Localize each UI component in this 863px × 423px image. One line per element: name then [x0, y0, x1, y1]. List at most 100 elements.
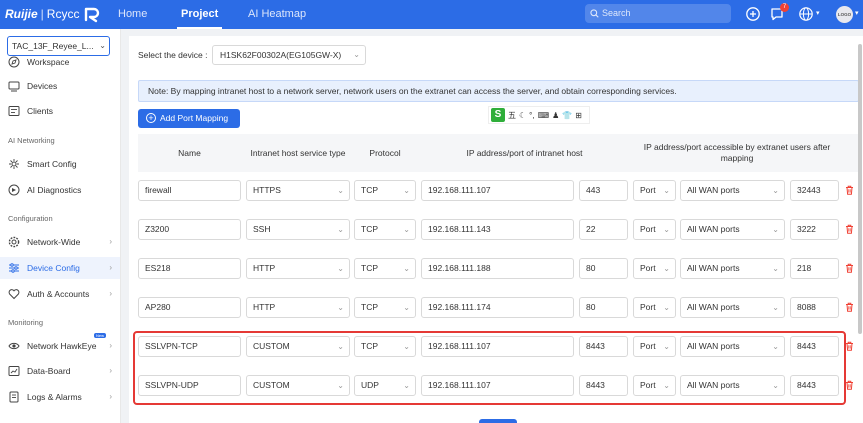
ime-skin-icon[interactable]: 👕: [562, 111, 572, 120]
intranet-port-input[interactable]: 80: [579, 297, 628, 318]
service-type-select[interactable]: HTTP ⌄: [246, 297, 350, 318]
extranet-port-input-value: 3222: [797, 224, 816, 234]
port-type-select[interactable]: Port ⌄: [633, 180, 676, 201]
header-extranet-ip-port: IP address/port accessible by extranet u…: [643, 142, 831, 163]
delete-icon[interactable]: [845, 302, 854, 312]
delete-icon[interactable]: [845, 185, 854, 195]
name-input[interactable]: ES218: [138, 258, 241, 279]
sidebar-item-device-config[interactable]: Device Config ›: [0, 257, 120, 279]
protocol-select[interactable]: TCP ⌄: [354, 219, 416, 240]
delete-icon[interactable]: [845, 380, 854, 390]
extranet-port-input-value: 8088: [797, 302, 816, 312]
chevron-down-icon[interactable]: ▾: [855, 9, 859, 17]
intranet-port-input[interactable]: 443: [579, 180, 628, 201]
chevron-down-icon: ⌄: [403, 186, 410, 195]
submit-button[interactable]: [479, 419, 517, 423]
header-name: Name: [178, 147, 201, 158]
extranet-port-input[interactable]: 32443: [790, 180, 839, 201]
ime-logo-icon[interactable]: S: [491, 108, 505, 122]
extranet-port-input[interactable]: 218: [790, 258, 839, 279]
tab-project[interactable]: Project: [176, 0, 223, 29]
service-type-select-value: HTTP: [253, 302, 276, 312]
chevron-down-icon: ⌄: [353, 50, 360, 59]
add-port-mapping-button[interactable]: + Add Port Mapping: [138, 109, 240, 128]
intranet-port-input-value: 22: [586, 224, 596, 234]
intranet-ip-input-value: 192.168.111.143: [428, 224, 491, 234]
globe-icon[interactable]: [798, 6, 814, 22]
protocol-select-value: TCP: [361, 263, 378, 273]
wan-select[interactable]: All WAN ports ⌄: [680, 219, 785, 240]
add-circle-icon[interactable]: [745, 6, 761, 22]
tab-ai-heatmap[interactable]: AI Heatmap: [248, 0, 306, 29]
ime-user-icon[interactable]: ♟: [552, 111, 559, 120]
port-type-select[interactable]: Port ⌄: [633, 219, 676, 240]
project-select-value: TAC_13F_Reyee_L...: [12, 41, 94, 51]
intranet-ip-input[interactable]: 192.168.111.107: [421, 180, 574, 201]
name-input[interactable]: Z3200: [138, 219, 241, 240]
smart-config-icon: [9, 159, 19, 169]
extranet-port-input[interactable]: 3222: [790, 219, 839, 240]
sidebar-item-data-board[interactable]: Data-Board ›: [0, 360, 120, 382]
avatar[interactable]: LOGO: [836, 6, 853, 23]
sidebar-item-network-wide[interactable]: Network-Wide ›: [0, 231, 120, 253]
chevron-down-icon[interactable]: ▾: [816, 9, 820, 17]
sidebar-item-clients[interactable]: Clients: [0, 100, 120, 122]
search-input[interactable]: Search: [585, 4, 731, 23]
brand-logo[interactable]: Ruijie | Rcycc: [5, 5, 101, 23]
delete-icon[interactable]: [845, 341, 854, 351]
ime-punct-icon[interactable]: °,: [529, 111, 534, 120]
wan-select[interactable]: All WAN ports ⌄: [680, 180, 785, 201]
chevron-down-icon: ⌄: [403, 303, 410, 312]
intranet-ip-input-value: 192.168.111.107: [428, 185, 491, 195]
sidebar-item-auth-accounts[interactable]: Auth & Accounts ›: [0, 283, 120, 305]
name-input[interactable]: firewall: [138, 180, 241, 201]
intranet-ip-input[interactable]: 192.168.111.188: [421, 258, 574, 279]
ime-toolbar[interactable]: S 五 ☾ °, ⌨ ♟ 👕 ⊞: [488, 106, 590, 124]
intranet-ip-input[interactable]: 192.168.111.143: [421, 219, 574, 240]
service-type-select[interactable]: HTTP ⌄: [246, 258, 350, 279]
board-icon: [8, 366, 20, 376]
protocol-select[interactable]: TCP ⌄: [354, 297, 416, 318]
port-type-select[interactable]: Port ⌄: [633, 258, 676, 279]
chevron-down-icon: ⌄: [772, 264, 779, 273]
service-type-select[interactable]: SSH ⌄: [246, 219, 350, 240]
chevron-down-icon: ⌄: [663, 225, 670, 234]
brand-separator: |: [40, 7, 44, 21]
intranet-port-input[interactable]: 80: [579, 258, 628, 279]
port-type-select[interactable]: Port ⌄: [633, 297, 676, 318]
service-type-select[interactable]: HTTPS ⌄: [246, 180, 350, 201]
service-type-select-value: HTTPS: [253, 185, 281, 195]
ime-keyboard-icon[interactable]: ⌨: [538, 111, 550, 120]
wan-select[interactable]: All WAN ports ⌄: [680, 258, 785, 279]
sidebar-item-devices[interactable]: Devices: [0, 75, 120, 97]
device-select-value: H1SK62F00302A(EG105GW-X): [220, 50, 342, 60]
intranet-ip-input-value: 192.168.111.174: [428, 302, 491, 312]
name-input[interactable]: AP280: [138, 297, 241, 318]
sidebar-item-network-hawkeye[interactable]: Network HawkEye New ›: [0, 333, 120, 357]
ime-grid-icon[interactable]: ⊞: [575, 111, 582, 120]
wan-select[interactable]: All WAN ports ⌄: [680, 297, 785, 318]
sidebar-item-smart-config[interactable]: Smart Config: [0, 153, 120, 175]
delete-icon[interactable]: [845, 224, 854, 234]
chevron-right-icon: ›: [109, 263, 112, 272]
sidebar-item-label: Clients: [27, 106, 53, 116]
sidebar-item-logs-alarms[interactable]: Logs & Alarms ›: [0, 386, 120, 408]
intranet-port-input[interactable]: 22: [579, 219, 628, 240]
scrollbar[interactable]: [858, 44, 862, 334]
chevron-down-icon: ⌄: [337, 264, 344, 273]
intranet-ip-input[interactable]: 192.168.111.174: [421, 297, 574, 318]
protocol-select[interactable]: TCP ⌄: [354, 258, 416, 279]
ime-moon-icon[interactable]: ☾: [519, 111, 526, 120]
tab-home[interactable]: Home: [118, 0, 147, 29]
plus-icon: +: [146, 113, 156, 123]
delete-icon[interactable]: [845, 263, 854, 273]
sidebar-item-ai-diagnostics[interactable]: AI Diagnostics: [0, 179, 120, 201]
protocol-select-value: TCP: [361, 224, 378, 234]
extranet-port-input-value: 218: [797, 263, 812, 273]
sidebar-item-workspace[interactable]: Workspace: [0, 51, 120, 73]
protocol-select[interactable]: TCP ⌄: [354, 180, 416, 201]
ime-mode-icon[interactable]: 五: [508, 110, 516, 121]
extranet-port-input[interactable]: 8088: [790, 297, 839, 318]
device-select[interactable]: H1SK62F00302A(EG105GW-X) ⌄: [212, 45, 366, 65]
highlight-box: [133, 331, 846, 405]
